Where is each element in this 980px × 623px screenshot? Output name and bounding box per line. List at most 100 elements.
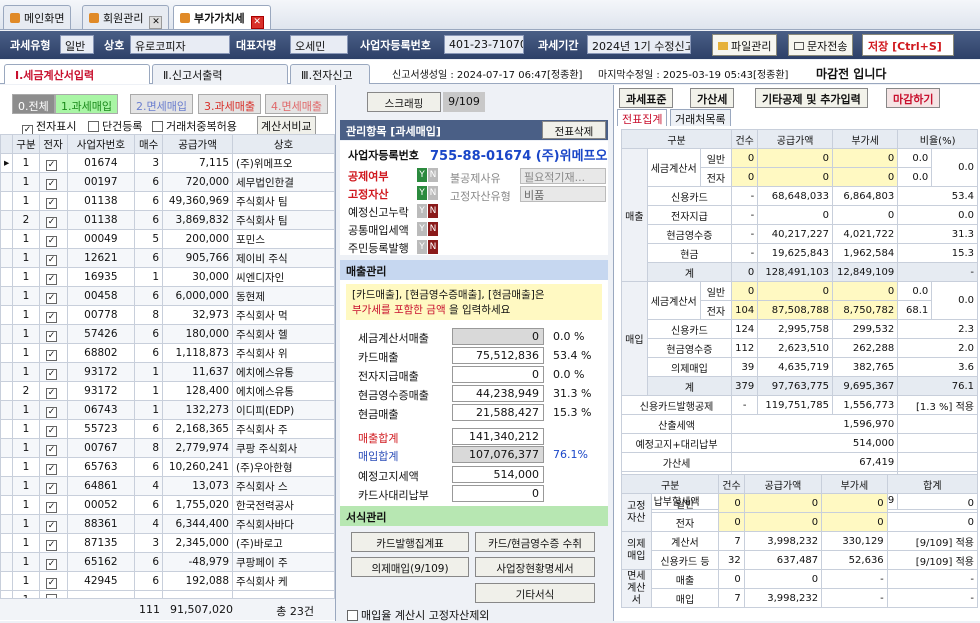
electronic-checkbox[interactable]: ✓ (38, 381, 68, 401)
sales-row-value[interactable]: 44,238,949 (452, 385, 544, 402)
yn-toggle[interactable]: YN (416, 185, 438, 200)
count-cell[interactable]: 8 (134, 305, 164, 325)
type-cell[interactable]: 1 (12, 419, 40, 439)
yes-option[interactable]: Y (417, 168, 427, 182)
table-row[interactable]: 1 ✓ 42945 6 192,088 주식회사 케 (0, 571, 335, 591)
electronic-checkbox[interactable]: ✓ (38, 229, 68, 249)
amount-cell[interactable]: 720,000 (162, 172, 233, 192)
count-cell[interactable]: 6 (134, 286, 164, 306)
filter-exempt-sales[interactable]: 4.면세매출 (265, 94, 328, 114)
company-cell[interactable]: 주식회사 주 (232, 419, 335, 439)
company-cell[interactable]: 동현제 (232, 286, 335, 306)
count-cell[interactable]: 6 (134, 248, 164, 268)
yes-option[interactable]: Y (417, 204, 427, 218)
sales-row-value[interactable]: 21,588,427 (452, 404, 544, 421)
table-row[interactable]: 1 ✓ 00049 5 200,000 포민스 (0, 229, 335, 249)
count-cell[interactable]: 1 (134, 267, 164, 287)
yn-toggle[interactable]: YN (416, 239, 438, 254)
bizno-cell[interactable]: 00458 (66, 286, 136, 306)
electronic-checkbox[interactable]: ✓ (38, 514, 68, 534)
type-cell[interactable]: 1 (12, 191, 40, 211)
table-row[interactable]: 1 ✓ 12621 6 905,766 제이비 주식 (0, 248, 335, 268)
bizno-cell[interactable]: 12621 (66, 248, 136, 268)
company-cell[interactable]: 쿠팡페이 주 (232, 552, 335, 572)
type-cell[interactable]: 1 (12, 400, 40, 420)
nodeduct-select[interactable]: 필요적기재... (520, 168, 606, 184)
electronic-checkbox[interactable]: ✓ (38, 533, 68, 553)
no-option[interactable]: N (428, 186, 438, 200)
option-single[interactable]: 단건등록 (88, 118, 142, 134)
yn-toggle[interactable]: YN (416, 167, 438, 182)
table-row[interactable]: 1 ✓ 87135 3 2,345,000 (주)바로고 (0, 533, 335, 553)
count-cell[interactable]: 4 (134, 514, 164, 534)
company-cell[interactable]: 쿠팡 주식회사 (232, 438, 335, 458)
yes-option[interactable]: Y (417, 240, 427, 254)
electronic-checkbox[interactable]: ✓ (38, 324, 68, 344)
electronic-checkbox[interactable]: ✓ (38, 495, 68, 515)
tab-tax-invoice-input[interactable]: Ⅰ.세금계산서입력 (4, 64, 150, 84)
table-row[interactable]: 1 ✓ 65162 6 -48,979 쿠팡페이 주 (0, 552, 335, 572)
count-cell[interactable]: 6 (134, 210, 164, 230)
count-cell[interactable]: 6 (134, 457, 164, 477)
bizno-cell[interactable]: 42945 (66, 571, 136, 591)
col-header[interactable]: 구분 (12, 134, 40, 154)
table-row[interactable]: 1 ✓ 55723 6 2,168,365 주식회사 주 (0, 419, 335, 439)
type-cell[interactable]: 1 (12, 248, 40, 268)
table-row[interactable]: 1 ✓ 00778 8 32,973 주식회사 먹 (0, 305, 335, 325)
type-cell[interactable]: 1 (12, 438, 40, 458)
electronic-checkbox[interactable]: ✓ (38, 286, 68, 306)
amount-cell[interactable]: 180,000 (162, 324, 233, 344)
col-header[interactable]: 공급가액 (162, 134, 233, 154)
company-cell[interactable]: 주식회사 팀 (232, 191, 335, 211)
type-cell[interactable]: 1 (12, 305, 40, 325)
count-cell[interactable]: 6 (134, 495, 164, 515)
tab-e-filing[interactable]: Ⅲ.전자신고 (290, 64, 370, 84)
card-issue-summary-button[interactable]: 카드발행집계표 (351, 532, 469, 552)
electronic-checkbox[interactable]: ✓ (38, 400, 68, 420)
type-cell[interactable]: 1 (12, 153, 40, 173)
table-row[interactable]: 1 ✓ 00197 6 720,000 세무법인한결 (0, 172, 335, 192)
tab-vat[interactable]: 부가가치세 ✕ (173, 5, 271, 29)
company-cell[interactable]: (주)바로고 (232, 533, 335, 553)
save-button[interactable]: 저장 [Ctrl+S] (862, 34, 954, 56)
no-option[interactable]: N (428, 240, 438, 254)
amount-cell[interactable]: 2,168,365 (162, 419, 233, 439)
company-field[interactable]: 유로코피자 (130, 35, 230, 54)
electronic-checkbox[interactable]: ✓ (38, 552, 68, 572)
table-row[interactable]: 1 ✓ 16935 1 30,000 씨엔디자인 (0, 267, 335, 287)
table-row[interactable]: 1 ✓ 68802 6 1,118,873 주식회사 위 (0, 343, 335, 363)
sales-row-value[interactable]: 75,512,836 (452, 347, 544, 364)
rep-field[interactable]: 오세민 (290, 35, 348, 54)
company-cell[interactable]: 주식회사 먹 (232, 305, 335, 325)
amount-cell[interactable]: 6,344,400 (162, 514, 233, 534)
tab-main[interactable]: 메인화면 (3, 5, 72, 29)
filter-exempt-purchase[interactable]: 2.면세매입 (130, 94, 193, 114)
company-cell[interactable]: (주)위메프오 (232, 153, 335, 173)
bizno-cell[interactable]: 65162 (66, 552, 136, 572)
table-row[interactable]: 1 ✓ 88361 4 6,344,400 주식회사바다 (0, 514, 335, 534)
table-row[interactable]: 1 ✓ 64861 4 13,073 주식회사 스 (0, 476, 335, 496)
amount-cell[interactable]: 1,755,020 (162, 495, 233, 515)
option-duplicate[interactable]: 거래처중복허용 (152, 118, 237, 134)
col-header[interactable]: 사업자번호 (66, 134, 136, 154)
count-cell[interactable]: 1 (134, 400, 164, 420)
amount-cell[interactable]: 2,779,974 (162, 438, 233, 458)
bizno-cell[interactable]: 00049 (66, 229, 136, 249)
yn-toggle[interactable]: YN (416, 221, 438, 236)
tax-base-button[interactable]: 과세표준 (619, 88, 674, 108)
bizno-field[interactable]: 401-23-71070 (444, 35, 524, 54)
table-row[interactable]: ▸ 1 ✓ 01674 3 7,115 (주)위메프오 (0, 153, 335, 173)
amount-cell[interactable]: 2,345,000 (162, 533, 233, 553)
type-cell[interactable]: 1 (12, 514, 40, 534)
company-cell[interactable]: 포민스 (232, 229, 335, 249)
electronic-checkbox[interactable]: ✓ (38, 267, 68, 287)
bizno-cell[interactable]: 00052 (66, 495, 136, 515)
no-option[interactable]: N (428, 168, 438, 182)
bizno-cell[interactable]: 01674 (66, 153, 136, 173)
sms-button[interactable]: 문자전송 (788, 34, 854, 56)
company-cell[interactable]: 에치에스유통 (232, 381, 335, 401)
count-cell[interactable]: 1 (134, 362, 164, 382)
type-cell[interactable]: 2 (12, 381, 40, 401)
count-cell[interactable]: 3 (134, 153, 164, 173)
electronic-checkbox[interactable]: ✓ (38, 419, 68, 439)
